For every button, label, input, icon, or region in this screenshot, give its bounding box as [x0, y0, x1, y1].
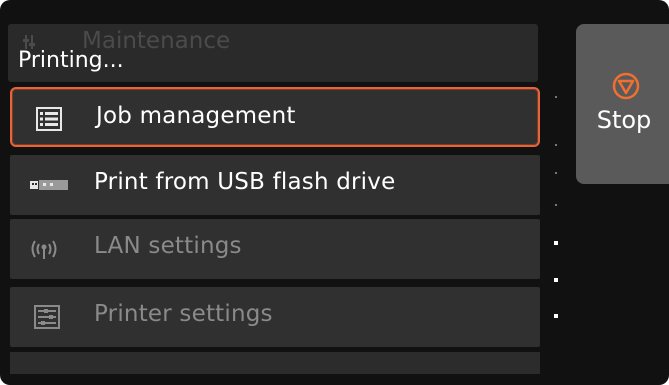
menu-item-print-from-usb[interactable]: Print from USB flash drive: [10, 155, 540, 215]
menu-item-label: LAN settings: [94, 233, 242, 259]
wireless-antenna-icon: [31, 240, 57, 259]
stop-icon: [612, 72, 640, 100]
scroll-dot: [554, 314, 558, 318]
stop-label: Stop: [596, 106, 652, 134]
scroll-dot: [555, 204, 557, 206]
next-menu-item-peek: [10, 352, 540, 374]
printing-status: Printing...: [18, 48, 124, 73]
scroll-dot: [554, 278, 558, 282]
menu-item-lan-settings[interactable]: LAN settings: [10, 219, 540, 279]
scroll-dot: [554, 241, 558, 245]
printer-screen: Maintenance Printing... Job management P…: [0, 0, 669, 385]
menu-item-printer-settings[interactable]: Printer settings: [10, 287, 540, 347]
printer-settings-icon: [34, 305, 60, 329]
menu-item-label: Printer settings: [94, 301, 273, 327]
scroll-dot: [555, 172, 557, 174]
job-list-icon: [36, 107, 62, 131]
menu-item-job-management[interactable]: Job management: [10, 87, 540, 147]
menu-item-label: Print from USB flash drive: [94, 169, 396, 195]
scroll-dot: [555, 96, 557, 98]
scroll-dot: [555, 144, 557, 146]
usb-drive-icon: [30, 180, 68, 190]
menu-item-label: Job management: [96, 103, 296, 129]
stop-button[interactable]: Stop: [576, 24, 669, 184]
